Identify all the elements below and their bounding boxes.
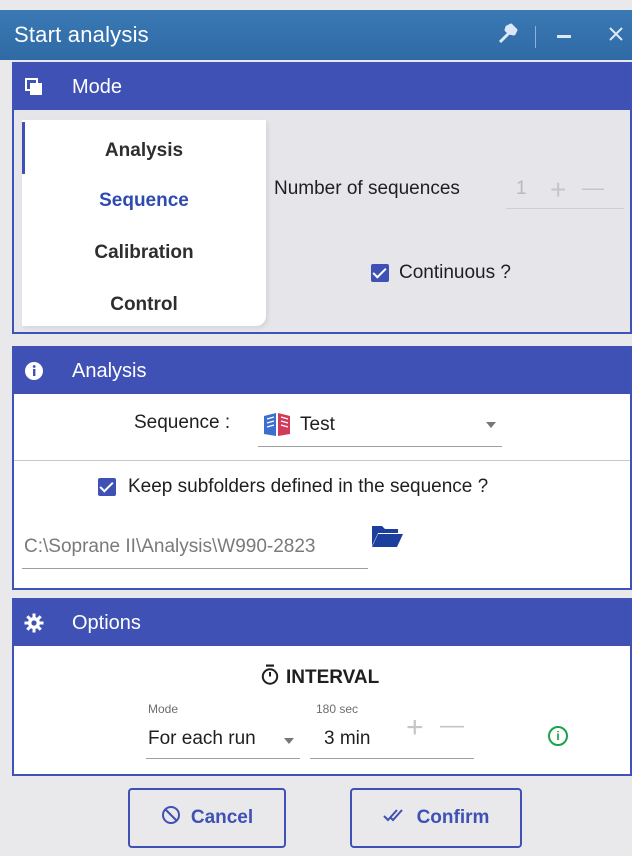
stopwatch-icon — [260, 664, 280, 692]
confirm-label: Confirm — [416, 807, 490, 828]
minus-icon[interactable]: — — [582, 174, 604, 202]
interval-title: INTERVAL — [260, 664, 379, 692]
mode-list: Analysis Sequence Calibration Control — [22, 120, 266, 326]
analysis-header: Analysis — [14, 348, 630, 394]
mode-item-analysis[interactable]: Analysis — [22, 140, 266, 162]
mode-item-sequence[interactable]: Sequence — [22, 190, 266, 212]
mode-section: Mode Analysis Sequence Calibration Contr… — [12, 62, 632, 334]
checkbox-checked-icon[interactable] — [98, 478, 116, 496]
minus-icon[interactable]: — — [440, 712, 464, 740]
analysis-header-label: Analysis — [72, 359, 147, 382]
title-bar: Start analysis — [0, 10, 632, 60]
sequence-label: Sequence : — [134, 412, 231, 433]
number-of-sequences-label: Number of sequences — [274, 178, 460, 199]
copy-icon — [24, 77, 54, 97]
active-mode-indicator — [22, 122, 25, 174]
interval-mode-select[interactable]: For each run — [146, 718, 300, 759]
title-separator — [535, 26, 536, 48]
window-title: Start analysis — [14, 22, 149, 47]
confirm-button[interactable]: Confirm — [350, 788, 522, 848]
analysis-path-field[interactable]: C:\Soprane II\Analysis\W990-2823 — [22, 524, 368, 569]
start-analysis-dialog: Start analysis Mode Analysis Sequence Ca… — [0, 0, 632, 856]
info-circle-icon — [24, 361, 54, 381]
number-of-sequences-field[interactable]: 1 + — — [506, 172, 624, 209]
interval-value: 3 min — [324, 728, 371, 749]
interval-hint: 180 sec — [316, 702, 359, 716]
options-section: Options INTERVAL Mode For each run 180 s… — [12, 598, 632, 776]
divider — [14, 460, 630, 461]
options-header: Options — [14, 600, 630, 646]
number-of-sequences-value: 1 — [516, 178, 527, 199]
mode-header-label: Mode — [72, 75, 123, 98]
sequence-select[interactable]: Test — [258, 406, 502, 447]
analysis-section: Analysis Sequence : Test Keep subfolders… — [12, 346, 632, 590]
cancel-button[interactable]: Cancel — [128, 788, 286, 848]
sequence-value: Test — [300, 414, 335, 435]
mode-header: Mode — [14, 64, 630, 110]
mode-field-label: Mode — [148, 702, 179, 716]
sequence-row: Sequence : — [134, 412, 230, 434]
keep-subfolders-label: Keep subfolders defined in the sequence … — [128, 476, 489, 497]
chevron-down-icon[interactable] — [486, 422, 496, 428]
mode-item-calibration[interactable]: Calibration — [22, 242, 266, 264]
mode-item-control[interactable]: Control — [22, 294, 266, 316]
close-icon[interactable] — [600, 18, 632, 50]
wrench-icon[interactable] — [492, 18, 524, 50]
analysis-path: C:\Soprane II\Analysis\W990-2823 — [24, 536, 316, 557]
continuous-label: Continuous ? — [399, 262, 511, 283]
gear-icon — [24, 613, 54, 633]
plus-icon[interactable]: + — [406, 713, 424, 743]
folder-open-icon[interactable] — [370, 520, 404, 555]
interval-mode-value: For each run — [148, 728, 256, 749]
cancel-icon — [161, 805, 181, 831]
plus-icon[interactable]: + — [550, 176, 566, 204]
checkbox-checked-icon[interactable] — [371, 264, 389, 282]
info-icon[interactable]: i — [548, 726, 568, 746]
keep-subfolders-checkbox[interactable]: Keep subfolders defined in the sequence … — [98, 476, 488, 498]
minimize-icon[interactable] — [548, 18, 580, 50]
cancel-label: Cancel — [190, 807, 254, 828]
interval-label: INTERVAL — [286, 667, 380, 688]
chevron-down-icon[interactable] — [284, 738, 294, 744]
options-header-label: Options — [72, 611, 141, 634]
double-check-icon — [382, 806, 407, 830]
continuous-checkbox[interactable]: Continuous ? — [371, 262, 511, 284]
book-icon — [262, 410, 292, 443]
